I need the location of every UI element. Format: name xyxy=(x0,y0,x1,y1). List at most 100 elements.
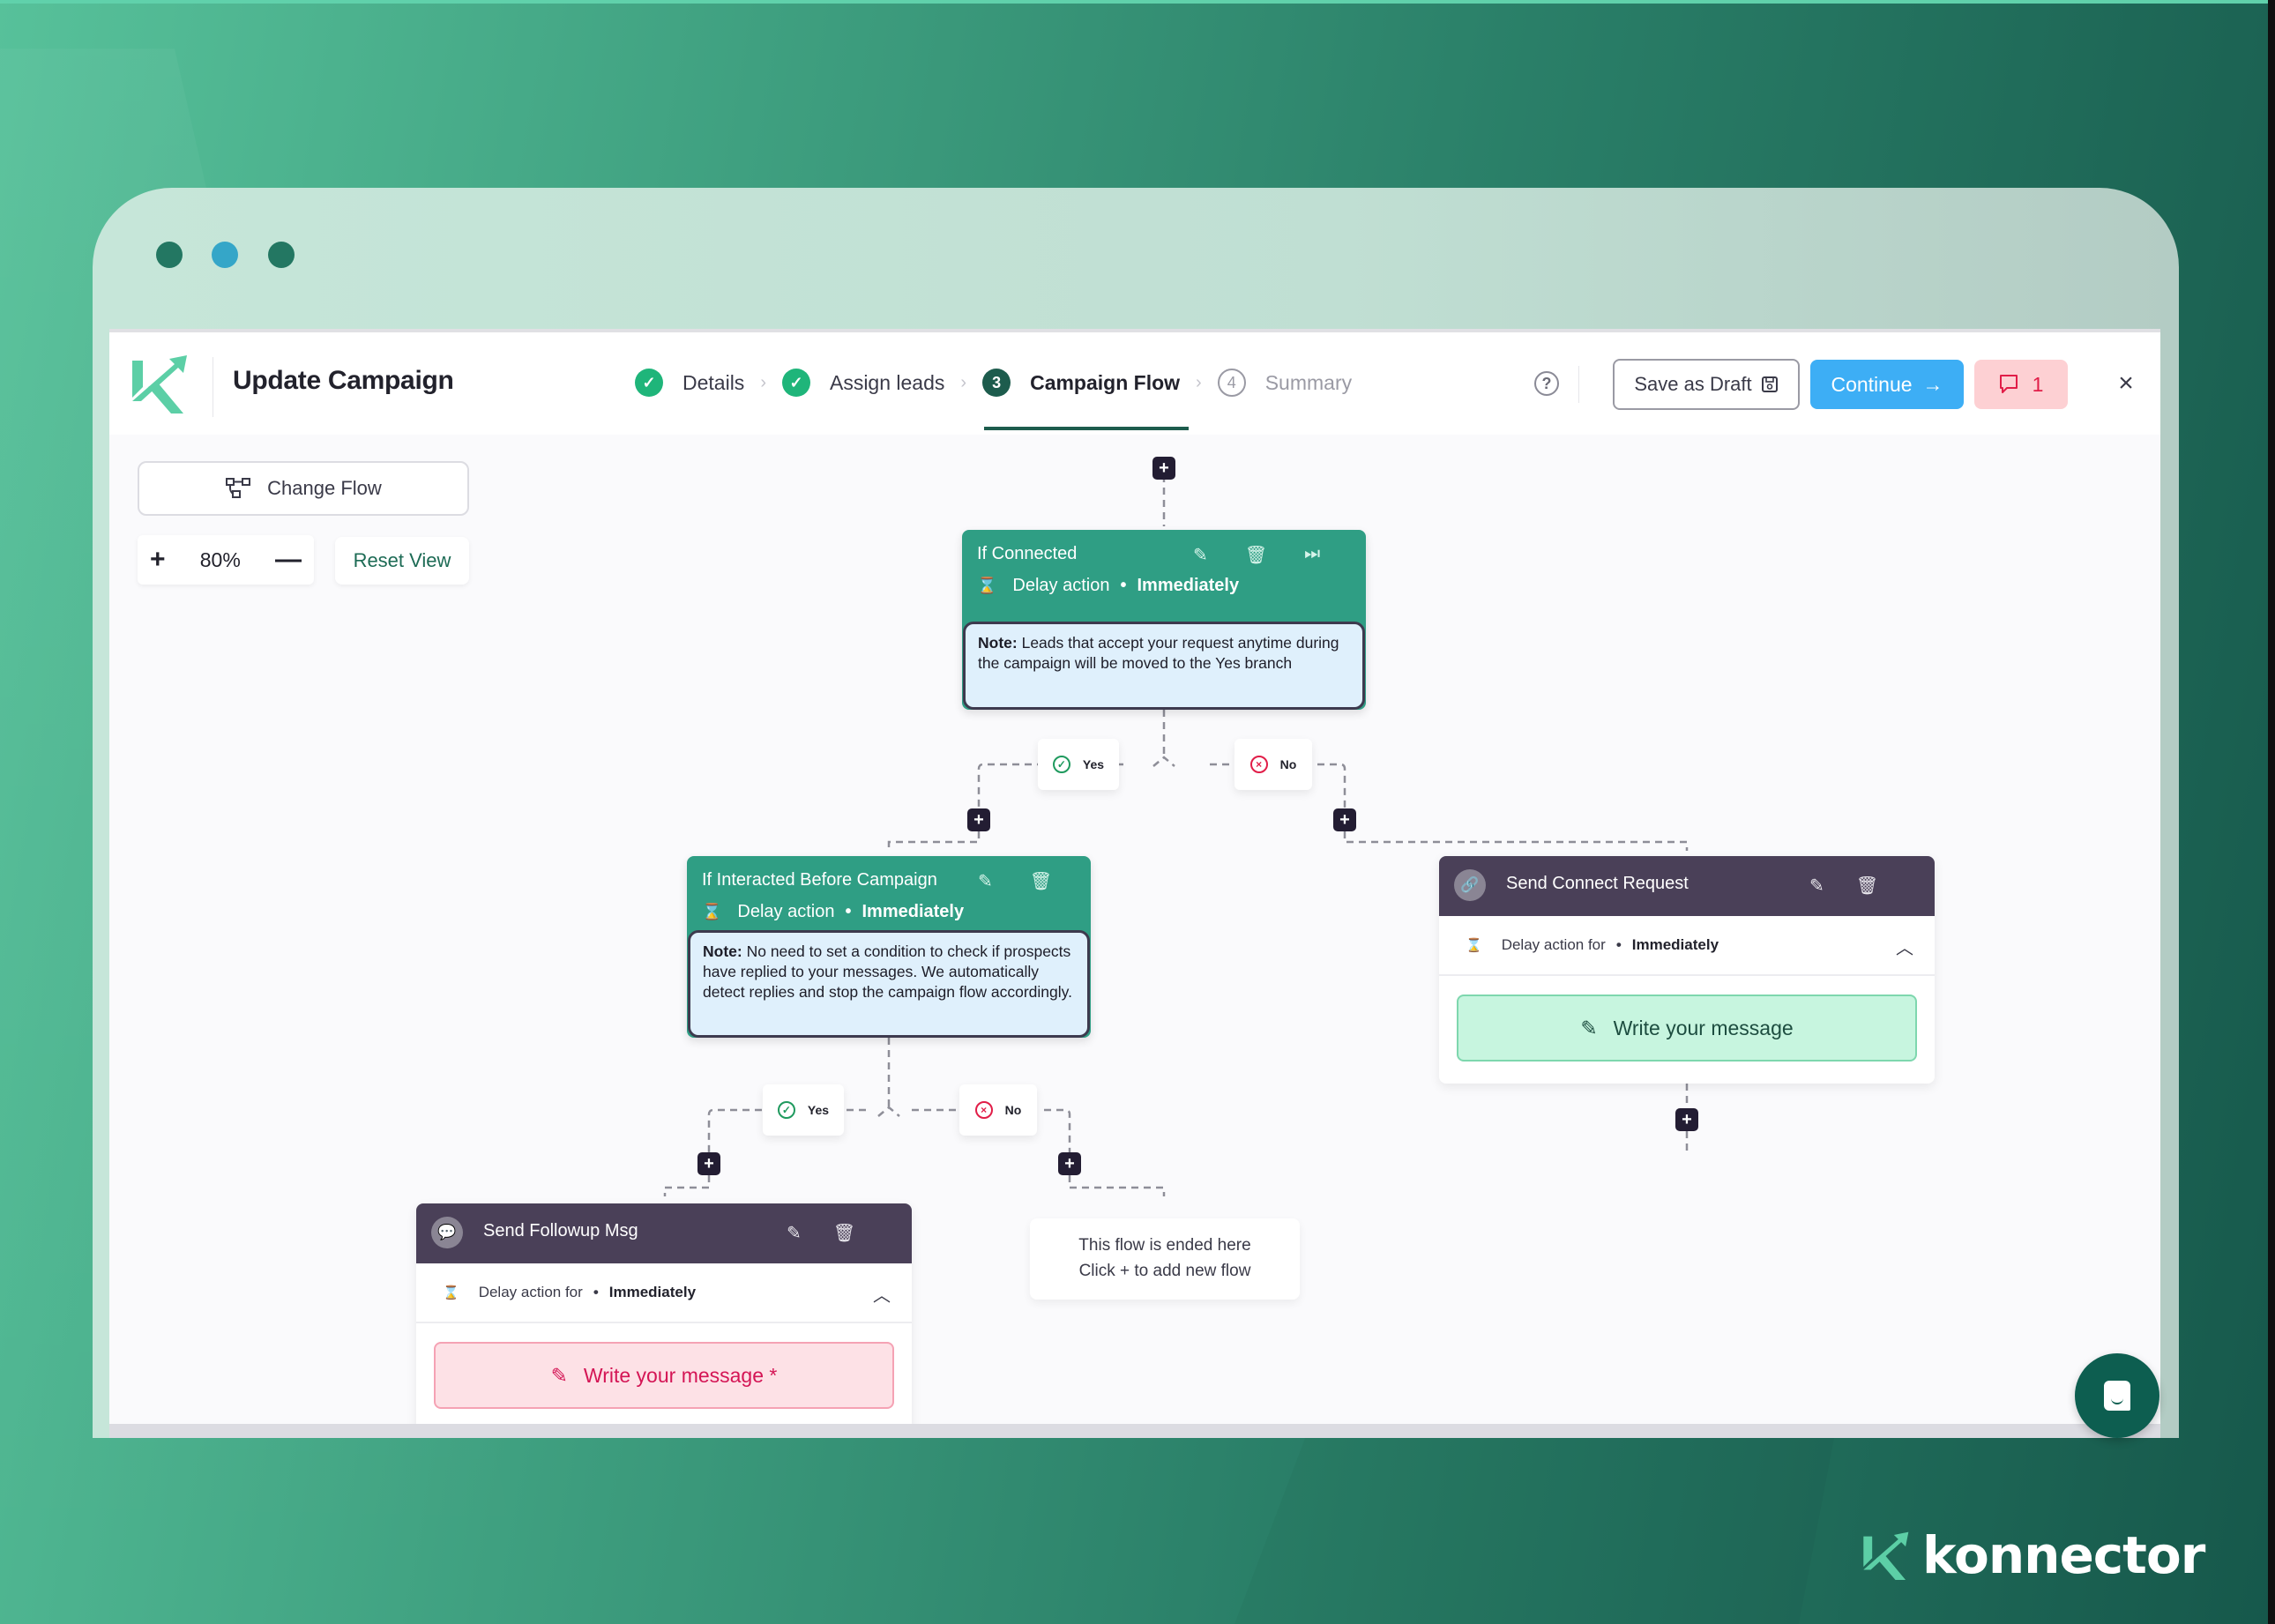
check-icon: ✓ xyxy=(781,369,810,397)
branch-label-text: Yes xyxy=(1082,757,1105,771)
continue-label: Continue xyxy=(1831,372,1913,396)
zoom-level: 80% xyxy=(199,548,241,571)
chevron-up-icon[interactable]: ︿ xyxy=(873,1281,891,1307)
branch-label-text: Yes xyxy=(807,1103,830,1117)
close-icon[interactable]: × xyxy=(2113,368,2139,399)
message-square-icon: 💬 xyxy=(431,1217,463,1248)
dot-separator: • xyxy=(593,1284,599,1300)
background-accent xyxy=(0,0,2275,4)
node-header: 💬 Send Followup Msg ✎ 🗑 xyxy=(416,1203,912,1263)
brand-logo: konnector xyxy=(1861,1525,2205,1585)
step-assign-leads[interactable]: ✓ Assign leads xyxy=(781,369,944,397)
write-message-label: Write your message xyxy=(1613,1016,1794,1039)
header-divider xyxy=(1578,366,1579,403)
delay-row[interactable]: ⌛ Delay action for • Immediately ︿ xyxy=(1439,916,1935,976)
trash-icon[interactable]: 🗑 xyxy=(1856,875,1878,897)
end-message-line: Click + to add new flow xyxy=(1078,1262,1251,1280)
condition-node-if-connected[interactable]: If Connected ✎ 🗑 ⏭ ⌛ Delay action • Imme… xyxy=(962,530,1366,710)
connector-line xyxy=(663,1175,711,1196)
pencil-icon: ✎ xyxy=(1580,1016,1598,1039)
add-step-button[interactable]: + xyxy=(697,1152,720,1175)
link-icon: 🔗 xyxy=(1454,869,1486,901)
delay-row[interactable]: ⌛ Delay action for • Immediately ︿ xyxy=(416,1263,912,1323)
background-edge xyxy=(2268,0,2275,1624)
dot-separator: • xyxy=(845,902,852,921)
delay-value: Immediately xyxy=(1137,576,1240,595)
add-step-button[interactable]: + xyxy=(967,808,990,831)
add-step-button[interactable]: + xyxy=(1058,1152,1081,1175)
action-node-send-followup-msg[interactable]: 💬 Send Followup Msg ✎ 🗑 ⌛ Delay action f… xyxy=(416,1203,912,1438)
arrow-right-icon: → xyxy=(1922,372,1943,396)
step-details[interactable]: ✓ Details xyxy=(635,369,744,397)
hourglass-icon: ⌛ xyxy=(977,577,997,594)
zoom-control: + 80% — xyxy=(138,535,314,585)
action-node-send-connect-request[interactable]: 🔗 Send Connect Request ✎ 🗑 ⌛ Delay actio… xyxy=(1439,856,1935,1084)
note-prefix: Note: xyxy=(978,634,1018,652)
x-circle-icon: × xyxy=(974,1101,993,1119)
delay-value: Immediately xyxy=(862,902,965,921)
add-step-button[interactable]: + xyxy=(1152,457,1175,480)
help-icon[interactable]: ? xyxy=(1534,371,1559,396)
edit-pencil-icon[interactable]: ✎ xyxy=(1809,875,1824,897)
hourglass-icon: ⌛ xyxy=(702,903,722,920)
note-box: Note: Leads that accept your request any… xyxy=(963,622,1365,710)
chevron-up-icon[interactable]: ︿ xyxy=(1896,934,1913,959)
connector-line xyxy=(887,831,981,851)
floppy-disk-icon xyxy=(1761,376,1778,392)
change-flow-button[interactable]: Change Flow xyxy=(138,461,469,516)
branch-label-yes: ✓ Yes xyxy=(763,1084,844,1136)
node-title: Send Followup Msg xyxy=(483,1221,638,1240)
edit-pencil-icon[interactable]: ✎ xyxy=(787,1222,802,1244)
add-step-button[interactable]: + xyxy=(1333,808,1356,831)
horizontal-scrollbar[interactable] xyxy=(109,1424,2160,1438)
branch-label-no: × No xyxy=(1234,739,1312,790)
trash-icon[interactable]: 🗑 xyxy=(833,1222,855,1244)
chevron-right-icon: › xyxy=(760,372,766,392)
reset-view-button[interactable]: Reset View xyxy=(335,537,469,585)
step-label: Summary xyxy=(1264,370,1353,394)
write-message-button[interactable]: ✎ Write your message xyxy=(1457,995,1917,1062)
continue-button[interactable]: Continue → xyxy=(1810,360,1964,409)
trash-icon[interactable]: 🗑 xyxy=(1030,870,1052,892)
trash-icon[interactable]: 🗑 xyxy=(1245,544,1267,566)
note-text: Leads that accept your request anytime d… xyxy=(978,634,1339,672)
step-campaign-flow[interactable]: 3 Campaign Flow xyxy=(982,369,1180,397)
branch-label-yes: ✓ Yes xyxy=(1038,739,1119,790)
add-step-button[interactable]: + xyxy=(1675,1108,1698,1131)
step-number: 4 xyxy=(1217,369,1246,397)
window-control-dot[interactable] xyxy=(212,242,238,268)
comment-icon xyxy=(1999,375,2018,393)
zoom-in-button[interactable]: + xyxy=(150,545,166,575)
connector-line xyxy=(1068,1175,1166,1196)
x-circle-icon: × xyxy=(1249,756,1268,773)
zoom-out-button[interactable]: — xyxy=(275,545,302,575)
app-window: Update Campaign ✓ Details › ✓ Assign lea… xyxy=(109,329,2160,1438)
note-text: No need to set a condition to check if p… xyxy=(703,942,1072,1001)
check-icon: ✓ xyxy=(635,369,663,397)
comments-button[interactable]: 1 xyxy=(1974,360,2068,409)
write-message-button[interactable]: ✎ Write your message * xyxy=(434,1342,894,1409)
change-flow-label: Change Flow xyxy=(267,477,382,499)
window-control-dot[interactable] xyxy=(156,242,183,268)
step-label: Details xyxy=(682,370,745,394)
delay-label: Delay action xyxy=(737,902,835,921)
node-title: If Connected xyxy=(977,544,1078,563)
chevron-right-icon: › xyxy=(1196,372,1202,392)
save-as-draft-button[interactable]: Save as Draft xyxy=(1613,359,1800,410)
brand-name: konnector xyxy=(1922,1525,2205,1585)
edit-pencil-icon[interactable]: ✎ xyxy=(1193,544,1208,566)
condition-node-if-interacted[interactable]: If Interacted Before Campaign ✎ 🗑 ⌛ Dela… xyxy=(687,856,1091,1038)
step-number: 3 xyxy=(982,369,1011,397)
edit-pencil-icon[interactable]: ✎ xyxy=(978,870,993,892)
connector-line xyxy=(1152,756,1175,767)
delay-value: Immediately xyxy=(608,1284,697,1300)
window-control-dot[interactable] xyxy=(268,242,295,268)
step-summary[interactable]: 4 Summary xyxy=(1217,369,1353,397)
delay-label: Delay action for xyxy=(478,1284,583,1300)
chevron-right-icon: › xyxy=(960,372,967,392)
node-title: If Interacted Before Campaign xyxy=(702,870,937,890)
skip-forward-icon[interactable]: ⏭ xyxy=(1304,544,1320,566)
chat-support-button[interactable] xyxy=(2075,1353,2159,1438)
write-message-label: Write your message * xyxy=(583,1363,778,1387)
end-message-line: This flow is ended here xyxy=(1078,1236,1251,1255)
